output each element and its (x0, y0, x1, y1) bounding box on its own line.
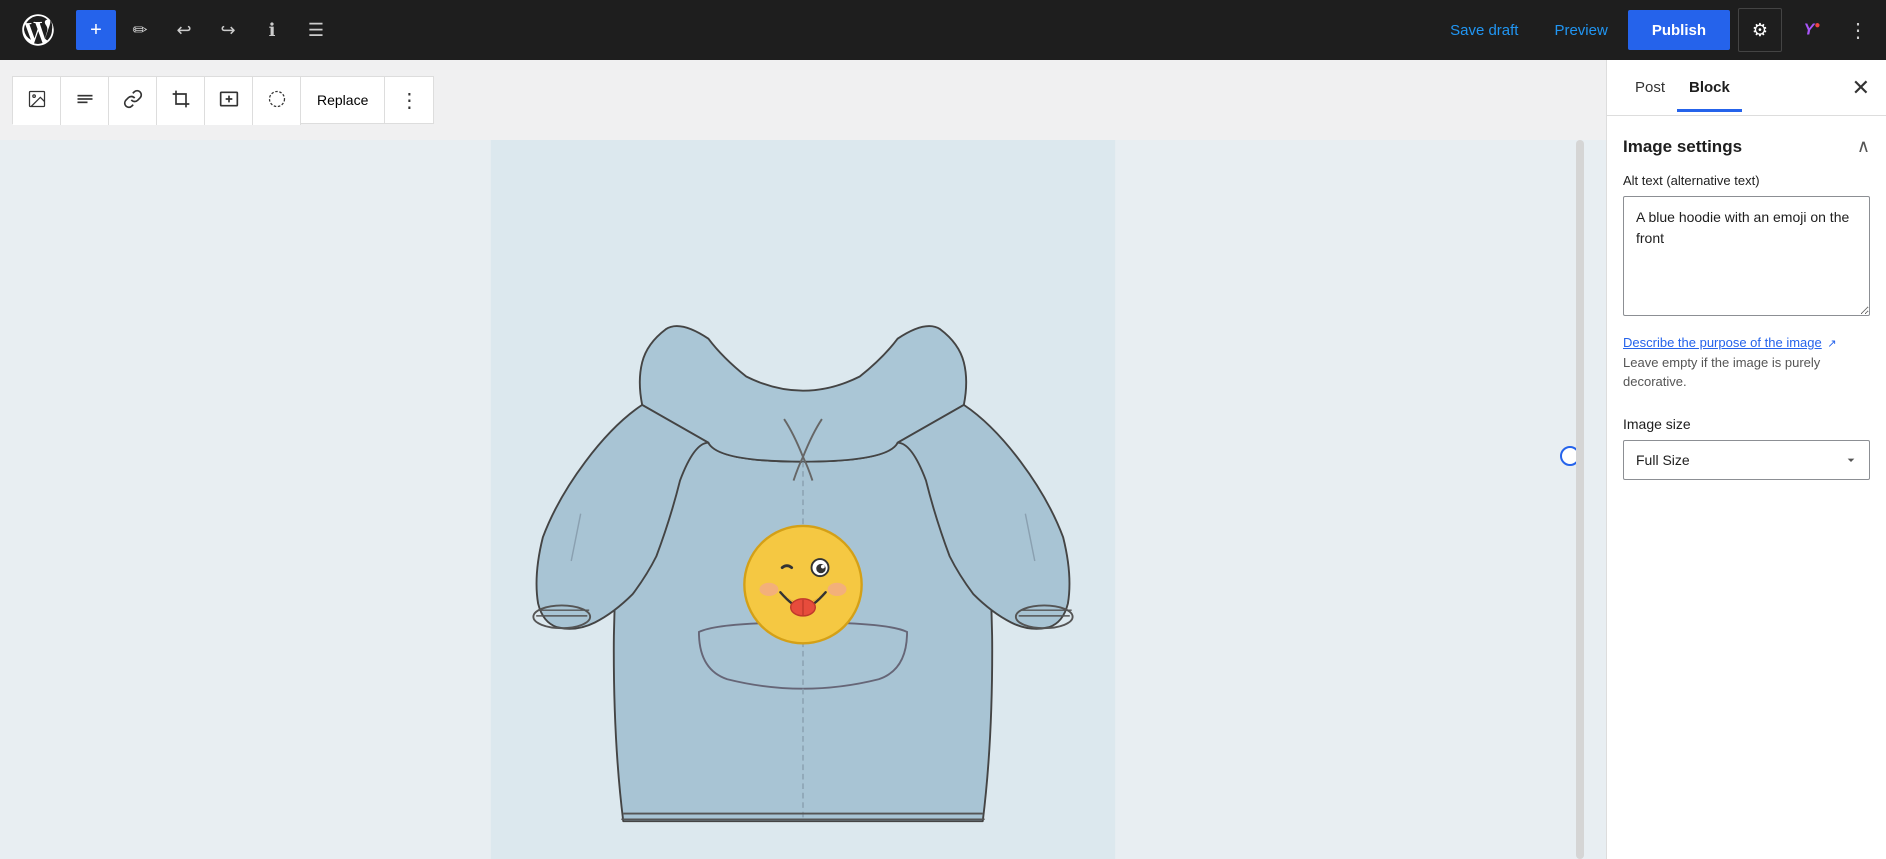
tab-bar: Post Block ✕ (1607, 60, 1886, 116)
block-ellipsis-icon: ⋮ (399, 88, 419, 113)
external-link-icon: ↗ (1827, 338, 1836, 350)
save-draft-button[interactable]: Save draft (1434, 14, 1534, 47)
gear-icon: ⚙ (1752, 20, 1768, 41)
alt-text-label: Alt text (alternative text) (1623, 173, 1870, 188)
describe-hint-text: Leave empty if the image is purely decor… (1623, 355, 1820, 390)
more-options-button[interactable]: ⋮ (1838, 10, 1878, 50)
image-settings-section: Image settings ∧ (1623, 136, 1870, 157)
post-tab[interactable]: Post (1623, 63, 1677, 112)
hoodie-image (473, 140, 1133, 859)
yoast-button[interactable]: Y● (1790, 8, 1834, 52)
image-size-select[interactable]: Thumbnail Medium Large Full Size (1623, 440, 1870, 480)
image-canvas (0, 140, 1606, 859)
editor-area: Replace ⋮ (0, 60, 1606, 859)
pen-icon: ✏ (132, 20, 147, 41)
block-toolbar: Replace ⋮ (12, 76, 434, 124)
close-icon: ✕ (1852, 75, 1870, 100)
redo-icon: ↪ (220, 20, 235, 41)
crop-tool-button[interactable] (157, 77, 205, 125)
main-layout: Replace ⋮ (0, 60, 1886, 859)
block-more-options-button[interactable]: ⋮ (385, 77, 433, 123)
crop-icon (171, 89, 191, 114)
yoast-icon: Y● (1804, 20, 1821, 39)
describe-purpose-link[interactable]: Describe the purpose of the image (1623, 335, 1822, 350)
main-toolbar: + ✏ ↩ ↪ ℹ ☰ Save draft Preview Publish ⚙… (0, 0, 1886, 60)
collapse-section-button[interactable]: ∧ (1857, 136, 1870, 157)
image-icon (27, 89, 47, 114)
info-button[interactable]: ℹ (252, 10, 292, 50)
describe-link-row: Describe the purpose of the image ↗ Leav… (1623, 333, 1870, 392)
sidebar: Post Block ✕ Image settings ∧ Alt text (… (1606, 60, 1886, 859)
undo-icon: ↩ (176, 20, 191, 41)
info-icon: ℹ (269, 20, 276, 41)
add-block-button[interactable]: + (76, 10, 116, 50)
image-size-section: Image size Thumbnail Medium Large Full S… (1623, 416, 1870, 480)
list-icon: ☰ (308, 20, 324, 41)
image-tool-button[interactable] (13, 77, 61, 125)
list-view-button[interactable]: ☰ (296, 10, 336, 50)
scrollbar-track[interactable] (1576, 140, 1584, 859)
ellipsis-vertical-icon: ⋮ (1848, 18, 1868, 43)
link-tool-button[interactable] (109, 77, 157, 125)
section-title: Image settings (1623, 137, 1742, 157)
replace-button[interactable]: Replace (301, 77, 385, 123)
publish-button[interactable]: Publish (1628, 10, 1730, 50)
redo-button[interactable]: ↪ (208, 10, 248, 50)
link-icon (123, 89, 143, 114)
wp-logo (8, 0, 68, 60)
text-icon (219, 89, 239, 114)
block-tab[interactable]: Block (1677, 63, 1742, 112)
preview-button[interactable]: Preview (1538, 14, 1623, 47)
alt-text-input[interactable] (1623, 196, 1870, 316)
sidebar-content: Image settings ∧ Alt text (alternative t… (1607, 116, 1886, 859)
undo-button[interactable]: ↩ (164, 10, 204, 50)
settings-button[interactable]: ⚙ (1738, 8, 1782, 52)
align-tool-button[interactable] (61, 77, 109, 125)
duotone-icon (267, 89, 287, 114)
close-sidebar-button[interactable]: ✕ (1852, 77, 1870, 99)
image-size-label: Image size (1623, 416, 1870, 432)
align-icon (75, 89, 95, 114)
edit-button[interactable]: ✏ (120, 10, 160, 50)
text-overlay-tool-button[interactable] (205, 77, 253, 125)
duotone-tool-button[interactable] (253, 77, 301, 125)
chevron-up-icon: ∧ (1857, 136, 1870, 156)
plus-icon: + (90, 19, 102, 42)
